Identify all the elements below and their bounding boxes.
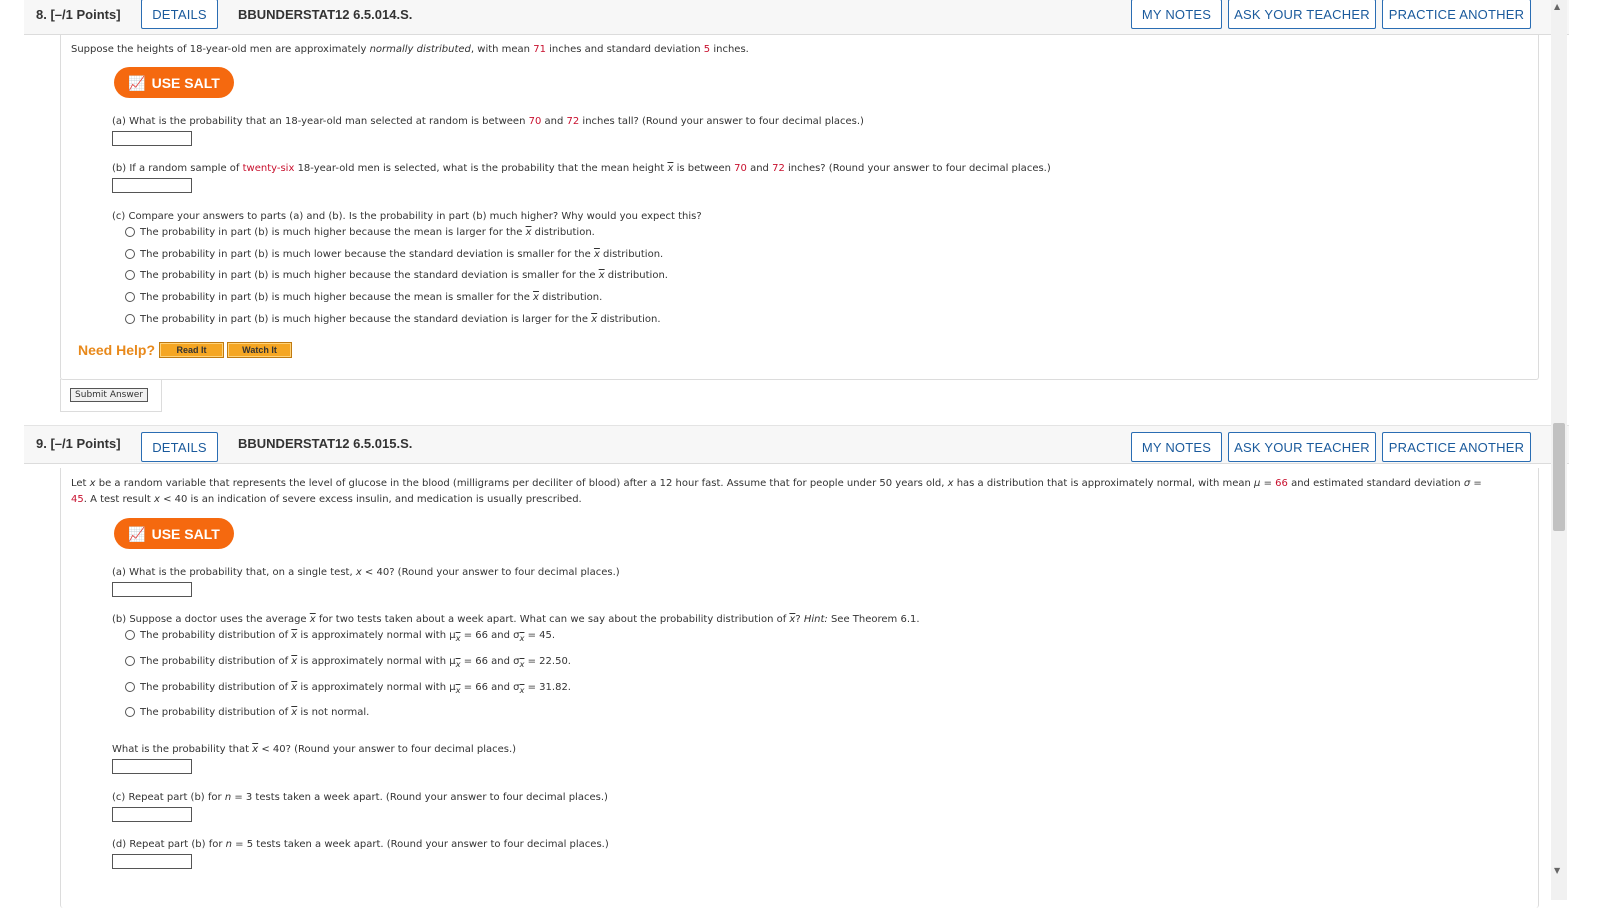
watch-it-button[interactable]: Watch It	[227, 342, 292, 358]
question-number: 8. [–/1 Points]	[36, 7, 121, 22]
part-c-text: (c) Compare your answers to parts (a) an…	[112, 211, 702, 222]
question-id: BBUNDERSTAT12 6.5.015.S.	[238, 436, 413, 451]
details-button[interactable]: DETAILS	[141, 0, 218, 29]
vertical-scrollbar[interactable]: ▲ ▼	[1551, 0, 1567, 900]
practice-another-button[interactable]: PRACTICE ANOTHER	[1382, 432, 1531, 462]
option-text: The probability distribution of x is app…	[140, 630, 556, 643]
my-notes-button[interactable]: MY NOTES	[1131, 432, 1222, 462]
part-a-answer-input[interactable]	[112, 582, 192, 597]
option-text: The probability distribution of x is app…	[140, 656, 571, 669]
option-radio[interactable]	[125, 227, 135, 237]
option-radio[interactable]	[125, 630, 135, 640]
use-salt-button[interactable]: 📈 USE SALT	[114, 67, 234, 98]
option-radio[interactable]	[125, 249, 135, 259]
question-8-header: 8. [–/1 Points] DETAILS BBUNDERSTAT12 6.…	[24, 0, 1569, 35]
part-b-text: (b) If a random sample of twenty-six 18-…	[112, 163, 1051, 174]
option-text: The probability distribution of x is not…	[140, 707, 370, 718]
option-text: The probability in part (b) is much lowe…	[140, 249, 664, 260]
part-d-answer-input[interactable]	[112, 854, 192, 869]
ask-teacher-button[interactable]: ASK YOUR TEACHER	[1228, 0, 1376, 29]
read-it-button[interactable]: Read It	[159, 342, 224, 358]
part-b-answer-input[interactable]	[112, 759, 192, 774]
question-9-intro-line2: 45. A test result x < 40 is an indicatio…	[71, 494, 582, 505]
option-text: The probability distribution of x is app…	[140, 682, 571, 695]
salt-chart-icon: 📈	[128, 74, 146, 91]
scrollbar-thumb[interactable]	[1553, 423, 1565, 531]
option-radio[interactable]	[125, 292, 135, 302]
need-help-label: Need Help?	[78, 342, 156, 358]
scroll-up-icon[interactable]: ▲	[1554, 2, 1560, 11]
option-radio[interactable]	[125, 707, 135, 717]
part-b-probability-text: What is the probability that x < 40? (Ro…	[112, 744, 517, 755]
question-8-intro: Suppose the heights of 18-year-old men a…	[71, 44, 749, 55]
part-b-text: (b) Suppose a doctor uses the average x …	[112, 614, 920, 625]
option-radio[interactable]	[125, 270, 135, 280]
question-9-header: 9. [–/1 Points] DETAILS BBUNDERSTAT12 6.…	[24, 425, 1569, 464]
option-radio[interactable]	[125, 682, 135, 692]
use-salt-button[interactable]: 📈 USE SALT	[114, 518, 234, 549]
part-c-text: (c) Repeat part (b) for n = 3 tests take…	[112, 792, 608, 803]
part-a-text: (a) What is the probability that, on a s…	[112, 567, 620, 578]
option-text: The probability in part (b) is much high…	[140, 314, 661, 325]
question-number: 9. [–/1 Points]	[36, 436, 121, 451]
ask-teacher-button[interactable]: ASK YOUR TEACHER	[1228, 432, 1376, 462]
part-c-answer-input[interactable]	[112, 807, 192, 822]
question-8-body	[60, 34, 1539, 380]
details-button[interactable]: DETAILS	[141, 432, 218, 462]
submit-answer-button[interactable]: Submit Answer	[70, 388, 148, 402]
option-radio[interactable]	[125, 314, 135, 324]
question-id: BBUNDERSTAT12 6.5.014.S.	[238, 7, 413, 22]
question-9-intro-line1: Let x be a random variable that represen…	[71, 478, 1482, 489]
part-b-answer-input[interactable]	[112, 178, 192, 193]
option-text: The probability in part (b) is much high…	[140, 292, 603, 303]
part-a-text: (a) What is the probability that an 18-y…	[112, 116, 864, 127]
my-notes-button[interactable]: MY NOTES	[1131, 0, 1222, 29]
option-text: The probability in part (b) is much high…	[140, 227, 595, 238]
option-radio[interactable]	[125, 656, 135, 666]
practice-another-button[interactable]: PRACTICE ANOTHER	[1382, 0, 1531, 29]
part-a-answer-input[interactable]	[112, 131, 192, 146]
scroll-down-icon[interactable]: ▼	[1554, 866, 1560, 875]
option-text: The probability in part (b) is much high…	[140, 270, 668, 281]
part-d-text: (d) Repeat part (b) for n = 5 tests take…	[112, 839, 609, 850]
salt-chart-icon: 📈	[128, 525, 146, 542]
